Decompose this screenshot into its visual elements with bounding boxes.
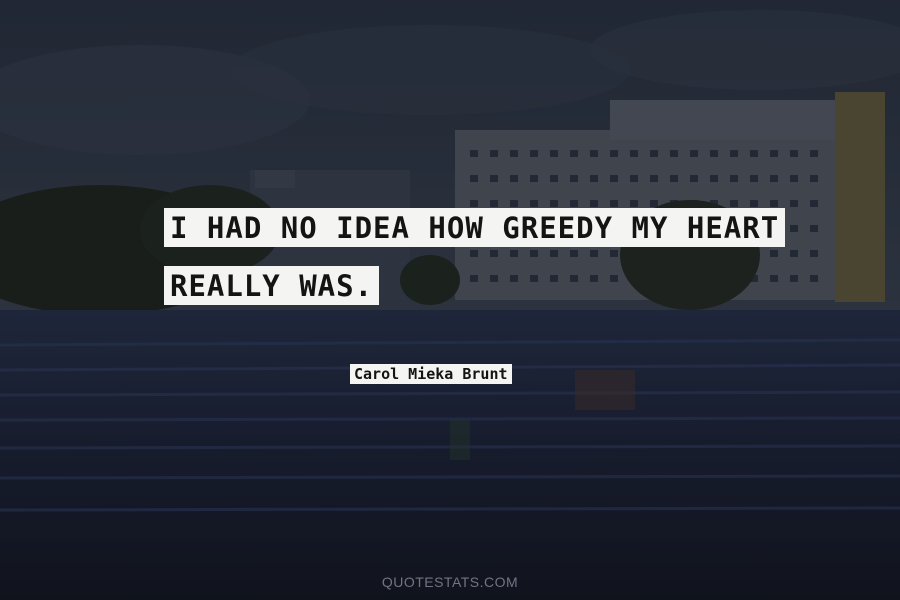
quote-line-1: I HAD NO IDEA HOW GREEDY MY HEART [164, 208, 786, 247]
quote-image: I HAD NO IDEA HOW GREEDY MY HEART REALLY… [0, 0, 900, 600]
background-photo [0, 0, 900, 600]
dark-overlay [0, 0, 900, 600]
quote-line-2: REALLY WAS. [164, 266, 380, 305]
quote-author: Carol Mieka Brunt [350, 364, 512, 384]
site-watermark: QUOTESTATS.COM [381, 574, 519, 590]
